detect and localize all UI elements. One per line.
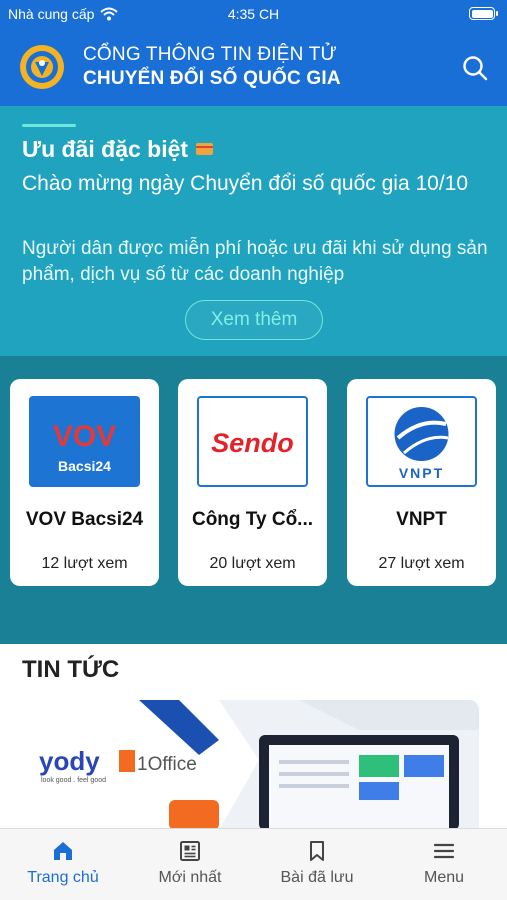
- news-section-title: TIN TỨC: [22, 656, 120, 683]
- header-titles: CỔNG THÔNG TIN ĐIỆN TỬ CHUYỂN ĐỔI SỐ QUỐ…: [83, 43, 341, 91]
- yody-brand-text: yody: [39, 746, 100, 776]
- sendo-logo: Sendo: [197, 396, 308, 487]
- partner-card[interactable]: Sendo Công Ty Cổ... 20 lượt xem: [178, 379, 327, 586]
- sendo-logo-text: Sendo: [211, 428, 294, 458]
- home-icon: [54, 842, 72, 860]
- bacsi24-logo-text: Bacsi24: [58, 458, 111, 474]
- header-title-line2: CHUYỂN ĐỔI SỐ QUỐC GIA: [83, 68, 341, 89]
- nav-latest[interactable]: Mới nhất: [127, 839, 253, 887]
- partner-name: Công Ty Cổ...: [191, 509, 314, 530]
- app-header: CỔNG THÔNG TIN ĐIỆN TỬ CHUYỂN ĐỔI SỐ QUỐ…: [0, 34, 507, 106]
- bottom-navigation: Trang chủ Mới nhất Bài đã lưu Menu: [0, 828, 507, 900]
- partner-name: VOV Bacsi24: [25, 509, 144, 530]
- promo-subtitle: Chào mừng ngày Chuyển đổi số quốc gia 10…: [22, 172, 469, 195]
- promo-title-text: Ưu đãi đặc biệt: [22, 136, 189, 162]
- vnpt-logo-text: VNPT: [399, 465, 444, 481]
- portal-logo-icon: [20, 45, 64, 89]
- partner-cards-section: VOV Bacsi24 VOV Bacsi24 12 lượt xem Send…: [0, 356, 507, 644]
- news-article-image[interactable]: yody look good . feel good 1Office: [29, 700, 479, 830]
- vnpt-globe-icon: VNPT: [394, 407, 449, 481]
- nav-latest-label: Mới nhất: [158, 869, 222, 886]
- nav-saved-label: Bài đã lưu: [280, 869, 354, 886]
- gift-card-icon: [196, 143, 214, 155]
- partner-card[interactable]: VOV Bacsi24 VOV Bacsi24 12 lượt xem: [10, 379, 159, 586]
- see-more-button[interactable]: Xem thêm: [185, 300, 323, 340]
- nav-saved[interactable]: Bài đã lưu: [254, 839, 380, 887]
- app-screen: Nhà cung cấp 4:35 CH CỔNG THÔNG TIN ĐIỆN…: [0, 0, 507, 900]
- newspaper-icon: [180, 841, 200, 861]
- accent-line: [22, 124, 76, 127]
- search-icon[interactable]: [461, 54, 489, 82]
- vnpt-logo: VNPT: [366, 396, 477, 487]
- sendo-logo-icon: Sendo: [211, 428, 294, 458]
- nav-menu[interactable]: Menu: [381, 839, 507, 887]
- vov-logo-icon: VOV Bacsi24: [53, 420, 116, 474]
- menu-icon: [433, 843, 455, 859]
- nav-home[interactable]: Trang chủ: [0, 839, 126, 887]
- promo-description: Người dân được miễn phí hoặc ưu đãi khi …: [22, 238, 488, 285]
- partner-name: VNPT: [396, 509, 447, 530]
- yody-tagline-text: look good . feel good: [41, 777, 106, 784]
- promo-title: Ưu đãi đặc biệt: [22, 136, 214, 163]
- bookmark-icon: [310, 841, 324, 861]
- vov-logo-text: VOV: [53, 420, 116, 453]
- vov-bacsi24-logo: VOV Bacsi24: [29, 396, 140, 487]
- news-illustration: yody look good . feel good 1Office: [29, 700, 479, 830]
- nav-home-label: Trang chủ: [27, 869, 99, 886]
- promo-banner: Ưu đãi đặc biệt Chào mừng ngày Chuyển đổ…: [0, 106, 507, 356]
- office-brand-text: 1Office: [137, 754, 197, 775]
- partner-views: 27 lượt xem: [378, 555, 465, 572]
- partner-card[interactable]: VNPT VNPT 27 lượt xem: [347, 379, 496, 586]
- partner-views: 20 lượt xem: [209, 555, 296, 572]
- nav-menu-label: Menu: [423, 869, 465, 886]
- header-title-line1: CỔNG THÔNG TIN ĐIỆN TỬ: [83, 44, 337, 65]
- partner-views: 12 lượt xem: [41, 555, 128, 572]
- status-bar: Nhà cung cấp 4:35 CH: [0, 0, 507, 34]
- battery-icon: [469, 7, 498, 20]
- clock: 4:35 CH: [227, 6, 280, 22]
